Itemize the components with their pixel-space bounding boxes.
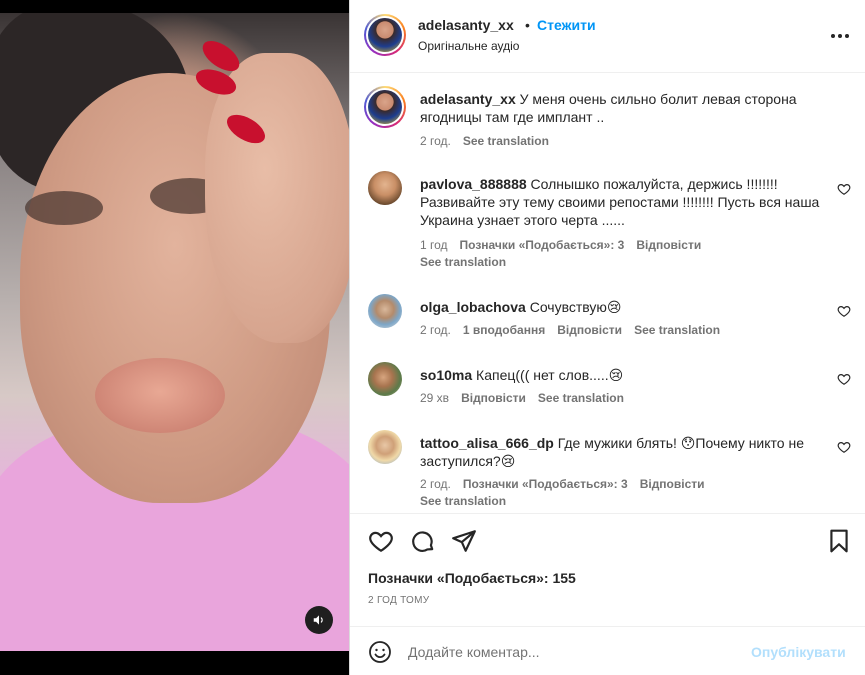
comment-meta: 1 год Позначки «Подобається»: 3 Відповіс… [420, 238, 701, 252]
comment-username[interactable]: olga_lobachova [420, 299, 526, 315]
comments-list[interactable]: adelasanty_xx У меня очень сильно болит … [350, 73, 865, 513]
comment-likes[interactable]: 1 вподобання [463, 323, 545, 337]
comment-username[interactable]: tattoo_alisa_666_dp [420, 435, 554, 451]
heart-icon[interactable] [837, 182, 851, 196]
comment-meta: 29 хв Відповісти See translation [420, 391, 624, 405]
comment-likes[interactable]: Позначки «Подобається»: 3 [460, 238, 625, 252]
caption-avatar-image [368, 90, 402, 124]
comment-composer: Опублікувати [350, 626, 865, 675]
more-horizontal-icon [831, 34, 849, 38]
author-avatar-inner [366, 16, 404, 54]
comment-body: Сочувствую😢 [529, 299, 622, 315]
comment-time[interactable]: 29 хв [420, 391, 449, 405]
heart-icon[interactable] [837, 304, 851, 318]
see-translation-link[interactable]: See translation [420, 494, 506, 508]
caption-meta: 2 год. See translation [420, 134, 549, 148]
reply-button[interactable]: Відповісти [636, 238, 701, 252]
send-icon[interactable] [451, 528, 477, 554]
comment-time[interactable]: 2 год. [420, 323, 451, 337]
bookmark-icon[interactable] [826, 528, 852, 554]
heart-icon[interactable] [837, 372, 851, 386]
video-eye-left [25, 191, 103, 225]
author-avatar[interactable] [364, 14, 406, 56]
post-actions: Позначки «Подобається»: 155 2 ГОД ТОМУ [350, 513, 865, 623]
video-frame[interactable] [0, 13, 349, 651]
author-avatar-image [368, 18, 402, 52]
comment-username[interactable]: so10ma [420, 367, 472, 383]
caption-avatar-inner [366, 88, 404, 126]
comment-likes[interactable]: Позначки «Подобається»: 3 [463, 477, 628, 491]
comment-input[interactable] [408, 639, 738, 665]
see-translation-link[interactable]: See translation [420, 255, 506, 269]
comment-time[interactable]: 1 год [420, 238, 448, 252]
video-hand [205, 53, 349, 343]
more-options-button[interactable] [828, 26, 852, 46]
comment-avatar[interactable] [368, 362, 402, 396]
author-username[interactable]: adelasanty_xx [418, 17, 514, 33]
comment-avatar[interactable] [368, 171, 402, 205]
comment-avatar[interactable] [368, 294, 402, 328]
separator-dot: • [525, 17, 530, 33]
comment-username[interactable]: pavlova_888888 [420, 176, 527, 192]
caption-username[interactable]: adelasanty_xx [420, 91, 516, 107]
heart-icon[interactable] [837, 440, 851, 454]
post-panel: adelasanty_xx • Стежити Оригінальне ауді… [349, 0, 865, 675]
reply-button[interactable]: Відповісти [640, 477, 705, 491]
mute-button[interactable] [305, 606, 333, 634]
comment-text: pavlova_888888 Солнышко пожалуйста, держ… [420, 175, 820, 229]
post-time[interactable]: 2 ГОД ТОМУ [368, 595, 429, 606]
comment-body: Капец((( нет слов.....😢 [476, 367, 624, 383]
emoji-icon[interactable] [368, 640, 392, 664]
video-lips [95, 358, 225, 433]
reply-button[interactable]: Відповісти [557, 323, 622, 337]
caption-text: adelasanty_xx У меня очень сильно болит … [420, 90, 820, 126]
caption-avatar[interactable] [364, 86, 406, 128]
see-translation-link[interactable]: See translation [463, 134, 549, 148]
comment-text: olga_lobachova Сочувствую😢 [420, 298, 820, 316]
audio-label[interactable]: Оригінальне аудіо [418, 39, 519, 53]
post-media[interactable] [0, 0, 349, 675]
likes-count[interactable]: Позначки «Подобається»: 155 [368, 570, 576, 586]
heart-icon[interactable] [368, 528, 394, 554]
reply-button[interactable]: Відповісти [461, 391, 526, 405]
comment-text: so10ma Капец((( нет слов.....😢 [420, 366, 820, 384]
follow-button[interactable]: Стежити [537, 17, 596, 33]
comment-time[interactable]: 2 год. [420, 477, 451, 491]
see-translation-link[interactable]: See translation [538, 391, 624, 405]
comment-meta: 2 год. Позначки «Подобається»: 3 Відпові… [420, 477, 705, 491]
caption-time[interactable]: 2 год. [420, 134, 451, 148]
comment-avatar[interactable] [368, 430, 402, 464]
see-translation-link[interactable]: See translation [634, 323, 720, 337]
publish-button[interactable]: Опублікувати [751, 644, 846, 660]
comment-meta: 2 год. 1 вподобання Відповісти See trans… [420, 323, 720, 337]
post-header: adelasanty_xx • Стежити Оригінальне ауді… [350, 0, 865, 73]
comment-icon[interactable] [410, 528, 436, 554]
speaker-icon [313, 615, 323, 625]
comment-text: tattoo_alisa_666_dp Где мужики блять! 😯П… [420, 434, 820, 470]
